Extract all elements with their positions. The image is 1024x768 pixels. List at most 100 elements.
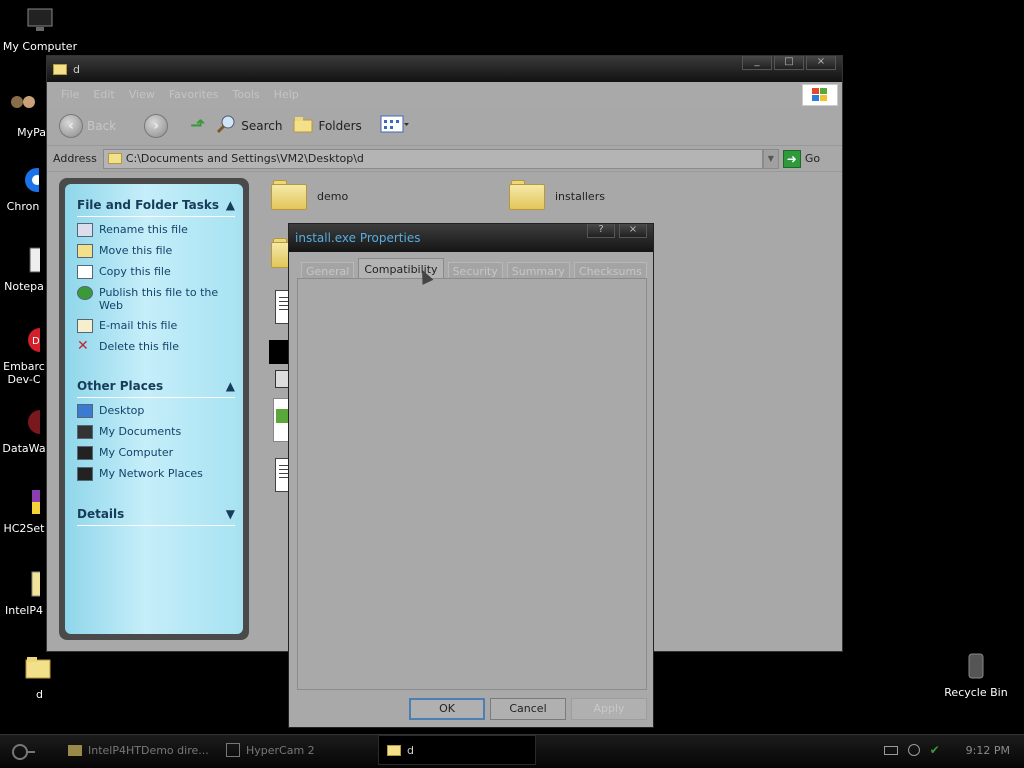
desktop-icon-label: My Computer [2,40,78,53]
folder-icon [107,153,122,164]
section-header[interactable]: Other Places ▲ [77,379,235,398]
place-my-network[interactable]: My Network Places [77,467,235,481]
place-label: My Documents [99,425,182,438]
back-arrow-icon: ‹ [59,113,83,138]
desktop-icon-embarcadero[interactable]: DE Embarc Dev-C [0,326,48,386]
section-header[interactable]: Details ▼ [77,507,235,526]
svg-text:DE: DE [32,336,40,347]
tab-strip: General Compatibility Security Summary C… [289,252,653,280]
task-copy[interactable]: Copy this file [77,265,235,279]
desktop-icon-recycle-bin[interactable]: Recycle Bin [936,652,1016,699]
menu-favorites[interactable]: Favorites [169,88,219,101]
task-move[interactable]: Move this file [77,244,235,258]
taskbar-item-hypercam[interactable]: HyperCam 2 [218,735,368,765]
task-pane: File and Folder Tasks ▲ Rename this file… [59,178,249,640]
taskbar: IntelP4HTDemo dire... HyperCam 2 d ✔ 9:1… [0,734,1024,768]
desktop-icon-label: DataWa [2,442,46,455]
menu-help[interactable]: Help [274,88,299,101]
embarcadero-icon: DE [8,326,48,356]
menu-file[interactable]: File [61,88,79,101]
copy-icon [77,265,93,279]
menu-edit[interactable]: Edit [93,88,114,101]
taskbar-item-label: IntelP4HTDemo dire... [88,743,209,757]
maximize-button[interactable]: □ [774,56,804,70]
tab-panel [297,278,647,690]
address-input[interactable]: C:\Documents and Settings\VM2\Desktop\d [102,148,763,169]
desktop-icon-label: IntelP4 [5,604,43,617]
folder-icon [387,744,401,756]
close-button[interactable]: × [619,224,647,238]
minimize-button[interactable]: _ [742,56,772,70]
forward-button[interactable]: › [144,113,169,138]
desktop-icon-my-computer[interactable]: My Computer [0,6,80,53]
place-my-computer[interactable]: My Computer [77,446,235,460]
file-folder-tasks-section: File and Folder Tasks ▲ Rename this file… [77,198,235,353]
task-rename[interactable]: Rename this file [77,223,235,237]
folder-icon [53,63,67,75]
task-email[interactable]: E-mail this file [77,319,235,333]
address-dropdown-button[interactable]: ▼ [762,148,779,169]
file-name-demo[interactable]: demo [317,190,348,203]
task-delete[interactable]: ✕ Delete this file [77,338,235,354]
menu-bar: File Edit View Favorites Tools Help [47,82,842,106]
keyboard-icon[interactable] [883,745,898,755]
taskbar-item-intelp4[interactable]: IntelP4HTDemo dire... [60,735,210,765]
my-computer-icon [77,446,93,460]
desktop-icon-label: Recycle Bin [944,686,1008,699]
file-name-installers[interactable]: installers [555,190,605,203]
start-button[interactable] [6,741,36,763]
folder-icon[interactable] [509,180,545,210]
document-icon [8,570,48,600]
up-folder-button[interactable]: ⬏ [190,115,205,136]
task-label: Move this file [99,244,173,257]
desktop-icon-datawa[interactable]: DataWa [0,408,48,455]
task-publish[interactable]: Publish this file to the Web [77,286,235,312]
taskbar-item-d[interactable]: d [378,735,536,765]
email-icon [77,319,93,333]
task-label: Delete this file [99,340,179,353]
place-my-documents[interactable]: My Documents [77,425,235,439]
notepad-icon [8,246,45,276]
network-icon[interactable] [907,744,920,756]
desktop-icon-hc2set[interactable]: HC2Set [0,488,48,535]
search-button[interactable]: Search [215,113,282,138]
desktop-icon-chrome[interactable]: Chron [0,166,46,213]
system-tray: ✔ 9:12 PM [883,743,1010,757]
forward-arrow-icon: › [144,113,169,138]
back-button[interactable]: ‹ Back [59,113,116,138]
desktop-icon-intelp4[interactable]: IntelP4 [0,570,48,617]
clock[interactable]: 9:12 PM [966,744,1010,757]
folder-icon[interactable] [271,180,307,210]
go-button[interactable]: ➜ Go [782,149,821,168]
desktop-icon-label: d [36,688,43,701]
safely-remove-icon[interactable]: ✔ [930,743,940,757]
place-desktop[interactable]: Desktop [77,404,235,418]
dialog-titlebar[interactable]: install.exe Properties ? × [289,224,653,252]
menu-tools[interactable]: Tools [233,88,260,101]
close-button[interactable]: × [806,56,836,70]
views-button[interactable] [380,114,410,137]
desktop-icon-notepad[interactable]: Notepa [0,246,48,293]
installer-icon [8,488,48,518]
collapse-icon: ▲ [225,379,235,393]
menu-view[interactable]: View [129,88,155,101]
task-label: E-mail this file [99,319,178,332]
datawa-icon [8,408,48,438]
apply-button[interactable]: Apply [571,698,647,720]
help-button[interactable]: ? [587,224,615,238]
desktop-icon-d[interactable]: d [0,654,80,701]
cancel-button[interactable]: Cancel [490,698,566,720]
taskbar-item-label: d [407,743,414,757]
folders-button[interactable]: Folders [292,115,362,136]
folder-icon [24,654,56,684]
desktop-icon-label: Chron [6,200,40,213]
ok-button[interactable]: OK [409,698,485,720]
puzzle-icon [276,409,288,423]
explorer-titlebar[interactable]: d _ □ × [47,56,842,82]
go-label: Go [804,152,821,165]
address-label: Address [53,152,97,165]
windows-logo-icon [802,84,838,106]
section-header[interactable]: File and Folder Tasks ▲ [77,198,235,217]
desktop-icon-mypa[interactable]: MyPa [0,92,46,139]
delete-icon: ✕ [77,338,89,354]
